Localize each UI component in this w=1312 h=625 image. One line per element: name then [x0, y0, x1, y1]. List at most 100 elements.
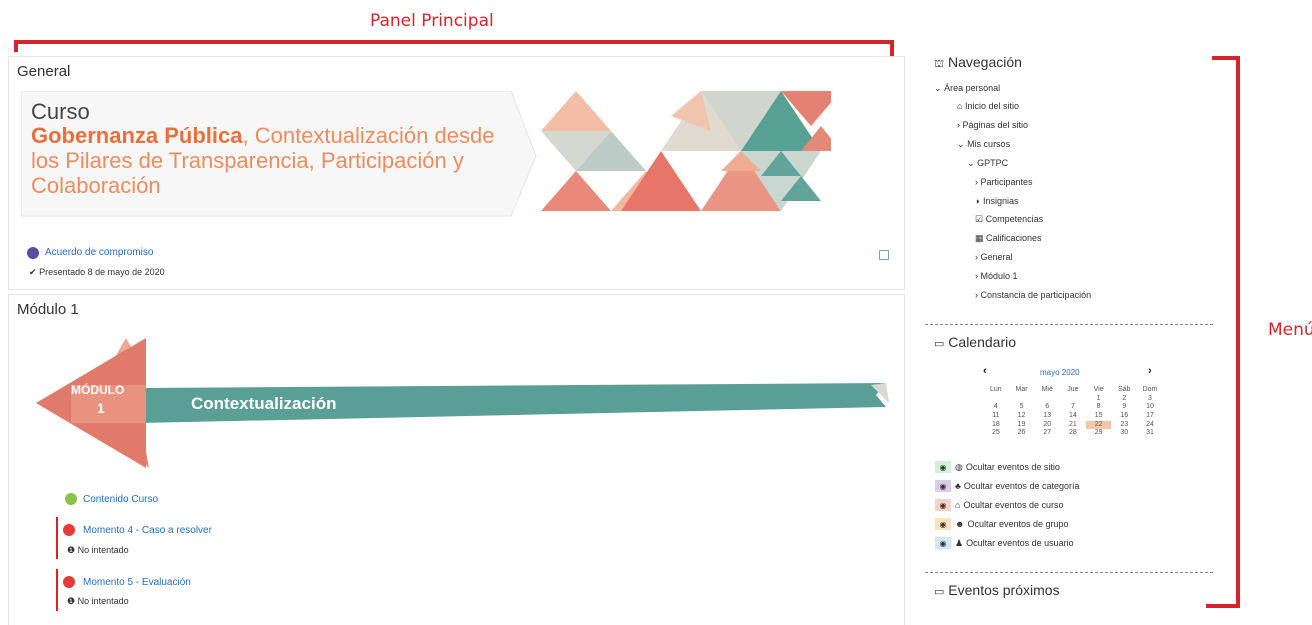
calendar-day — [1009, 395, 1035, 404]
calendar-day[interactable]: 26 — [1009, 429, 1035, 438]
section-modulo-1: Módulo 1 MÓDULO 1 Contextualización Cont… — [8, 294, 905, 625]
module-banner-graphic — [36, 338, 889, 468]
calendar-day[interactable]: 11 — [983, 412, 1009, 421]
nav-item-general[interactable]: › General — [975, 252, 1013, 262]
section-modulo-title: Módulo 1 — [17, 301, 79, 318]
nav-item-area-personal[interactable]: ⌄ Área personal — [934, 83, 1000, 94]
calendar-day[interactable]: 14 — [1060, 412, 1086, 421]
check-icon: ✔ — [29, 267, 37, 277]
calendar-day[interactable]: 9 — [1111, 403, 1137, 412]
table-icon: ▦ — [975, 233, 984, 243]
calendar-day[interactable]: 10 — [1137, 403, 1163, 412]
banner-line-curso: Curso — [31, 99, 90, 124]
calendar-week-row: 123 — [983, 395, 1163, 404]
nav-item-constancia[interactable]: › Constancia de participación — [975, 290, 1091, 300]
activity-momento-4-link[interactable]: Momento 4 - Caso a resolver — [83, 525, 212, 536]
event-type-icon: ☻ — [955, 519, 965, 529]
calendar-day[interactable]: 5 — [1009, 403, 1035, 412]
calendar-day[interactable]: 28 — [1060, 429, 1086, 438]
calendar-day — [1034, 395, 1060, 404]
calendar-day[interactable]: 23 — [1111, 421, 1137, 430]
nav-item-insignias[interactable]: ◗ Insignias — [975, 196, 1018, 206]
bracket-top-right-tick — [890, 40, 894, 56]
eye-icon: ◉ — [935, 537, 951, 549]
nav-item-mis-cursos[interactable]: ⌄ Mis cursos — [957, 139, 1010, 150]
activity-momento-5-status: ❶ No intentado — [67, 596, 129, 606]
section-general: General Curso Gobernanza Pública, Contex… — [8, 56, 905, 290]
course-banner: Curso Gobernanza Pública, Contextualizac… — [21, 91, 831, 221]
calendar-weekday: Mar — [1015, 386, 1028, 393]
nav-item-calificaciones[interactable]: ▦ Calificaciones — [975, 233, 1042, 244]
calendar-week-row: 25 26 27 28 29 30 31 — [983, 429, 1163, 438]
triangle-mosaic — [541, 91, 831, 211]
event-filter-label: Ocultar eventos de sitio — [965, 462, 1060, 472]
calendar-day[interactable]: 19 — [1009, 421, 1035, 430]
calendar-day[interactable]: 7 — [1060, 403, 1086, 412]
eye-icon: ◉ — [935, 461, 951, 473]
calendar-day[interactable]: 16 — [1111, 412, 1137, 421]
nav-item-paginas[interactable]: › Páginas del sitio — [957, 120, 1028, 130]
calendar-day[interactable]: 13 — [1034, 412, 1060, 421]
calendar-day[interactable]: 3 — [1137, 395, 1163, 404]
calendar-day[interactable]: 18 — [983, 421, 1009, 430]
event-filter-label: Ocultar eventos de curso — [963, 500, 1064, 510]
activity-acuerdo-status: ✔ Presentado 8 de mayo de 2020 — [29, 267, 165, 278]
calendar-day[interactable]: 6 — [1034, 403, 1060, 412]
calendar-day[interactable]: 27 — [1034, 429, 1060, 438]
activity-contenido-link[interactable]: Contenido Curso — [83, 494, 158, 505]
calendar-prev-icon[interactable]: ‹ — [983, 365, 987, 377]
calendar-month-label[interactable]: mayo 2020 — [1040, 368, 1080, 377]
section-general-title: General — [17, 63, 71, 80]
calendar-day[interactable]: 4 — [983, 403, 1009, 412]
nav-item-participantes[interactable]: › Participantes — [975, 177, 1033, 187]
calendar-day[interactable]: 15 — [1086, 412, 1112, 421]
completion-checkbox[interactable] — [879, 250, 889, 260]
calendar-day[interactable]: 29 — [1086, 429, 1112, 438]
chevron-right-icon: › — [975, 290, 978, 300]
nav-block-title: ⛫ Navegación — [934, 54, 1022, 70]
calendar-day[interactable]: 17 — [1137, 412, 1163, 421]
event-filter-toggle[interactable]: ◉ ☻ Ocultar eventos de grupo — [935, 517, 1069, 531]
event-filter-toggle[interactable]: ◉ ⌂ Ocultar eventos de curso — [935, 498, 1064, 512]
item-left-border — [56, 517, 58, 559]
chevron-down-icon: ⌄ — [957, 139, 965, 149]
event-type-icon: ⌂ — [955, 500, 961, 510]
calendar-day[interactable]: 22 — [1085, 420, 1112, 430]
nav-item-modulo-1[interactable]: › Módulo 1 — [975, 271, 1018, 281]
event-filter-toggle[interactable]: ◉ ◍ Ocultar eventos de sitio — [935, 460, 1060, 474]
calendar-day[interactable]: 24 — [1137, 421, 1163, 430]
calendar-day[interactable]: 12 — [1009, 412, 1035, 421]
calendar-header-row: Lun Mar Mié Jue Vie Sáb Dom — [983, 386, 1163, 395]
calendar-day[interactable]: 25 — [983, 429, 1009, 438]
chevron-down-icon: ⌄ — [967, 158, 975, 168]
calendar-week-row: 4 5 6 7 8 9 10 — [983, 403, 1163, 412]
divider-1 — [925, 324, 1213, 325]
calendar-day[interactable]: 30 — [1111, 429, 1137, 438]
calendar-weekday: Vie — [1093, 386, 1104, 393]
shield-icon: ◗ — [975, 196, 981, 206]
bracket-top-left-tick — [14, 40, 18, 52]
calendar-day[interactable]: 21 — [1060, 421, 1086, 430]
info-icon: ❶ — [67, 545, 76, 555]
event-type-icon: ♣ — [955, 481, 961, 491]
event-filter-toggle[interactable]: ◉ ♣ Ocultar eventos de categoría — [935, 479, 1079, 493]
calendar-day[interactable]: 31 — [1137, 429, 1163, 438]
nav-item-competencias[interactable]: ☑ Competencias — [975, 214, 1043, 225]
calendar-day[interactable]: 2 — [1111, 395, 1137, 404]
nav-item-gptpc[interactable]: ⌄ GPTPC — [967, 158, 1008, 169]
calendar-weekday: Sáb — [1118, 386, 1131, 393]
chevron-down-icon: ⌄ — [934, 83, 942, 93]
calendar-week-row: 18 19 20 21 22 23 24 — [983, 420, 1163, 430]
calendar-day — [983, 395, 1009, 404]
calendar-day[interactable]: 1 — [1086, 395, 1112, 404]
calendar-next-icon[interactable]: › — [1148, 365, 1152, 377]
activity-acuerdo-link[interactable]: Acuerdo de compromiso — [45, 247, 153, 258]
eye-icon: ◉ — [935, 499, 951, 511]
event-filter-toggle[interactable]: ◉ ♟ Ocultar eventos de usuario — [935, 536, 1074, 550]
nav-item-inicio[interactable]: ⌂ Inicio del sitio — [957, 101, 1019, 111]
activity-momento-5-link[interactable]: Momento 5 - Evaluación — [83, 577, 191, 588]
calendar-day[interactable]: 8 — [1086, 403, 1112, 412]
calendar-day[interactable]: 20 — [1034, 421, 1060, 430]
activity-momento-4-status: ❶ No intentado — [67, 545, 129, 555]
module-ribbon-text: Contextualización — [191, 394, 337, 413]
